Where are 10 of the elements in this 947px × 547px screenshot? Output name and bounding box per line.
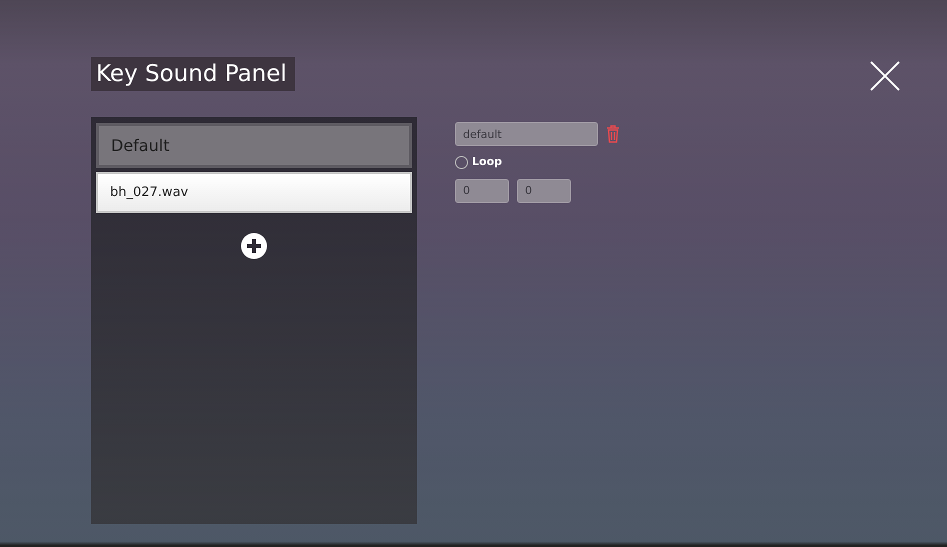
- close-button[interactable]: [869, 60, 901, 92]
- name-field[interactable]: default: [455, 122, 598, 146]
- sound-list-item[interactable]: bh_027.wav: [96, 172, 412, 213]
- loop-label: Loop: [472, 154, 502, 170]
- panel-title: Key Sound Panel: [91, 57, 295, 91]
- number-field[interactable]: 0: [455, 178, 509, 202]
- loop-radio[interactable]: [455, 156, 468, 169]
- sound-list-item[interactable]: Default: [96, 123, 412, 168]
- add-icon[interactable]: [241, 233, 267, 259]
- number-field[interactable]: 0: [517, 178, 571, 202]
